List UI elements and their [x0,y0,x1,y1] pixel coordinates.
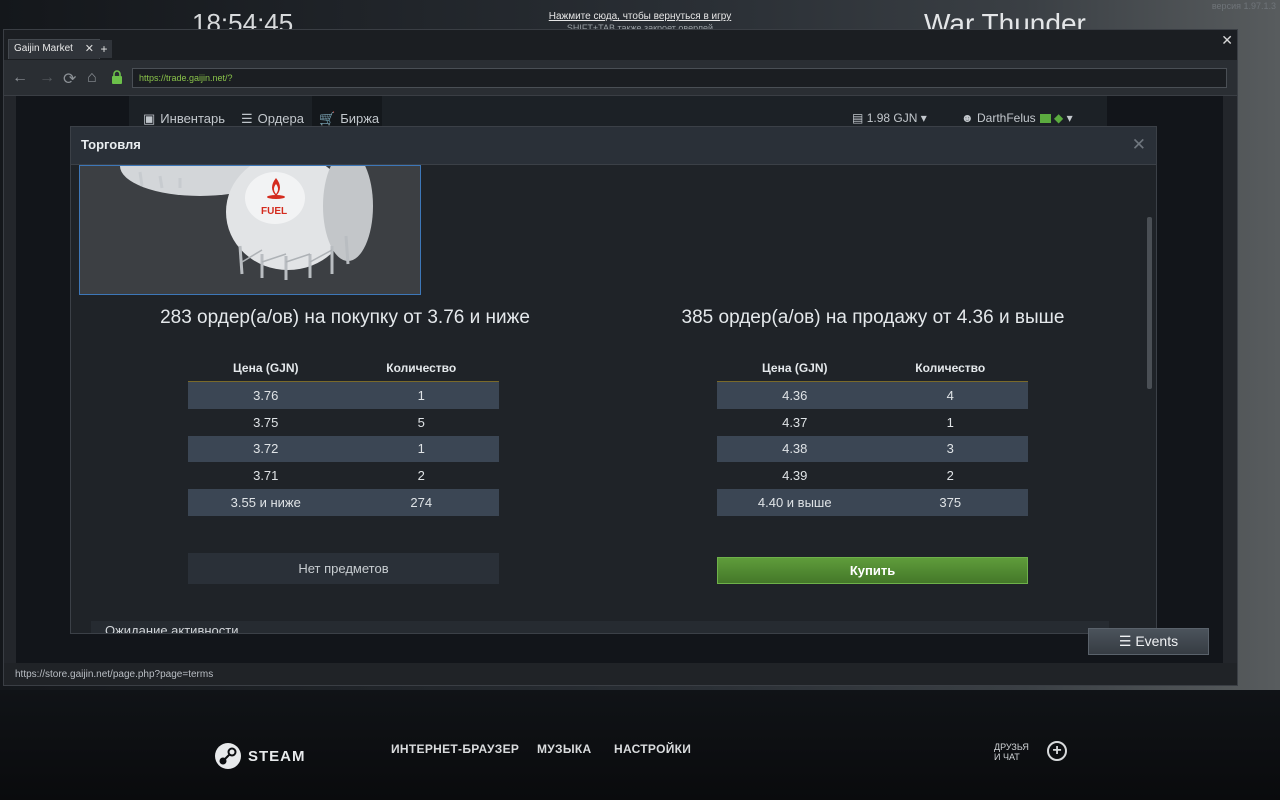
sell-table-header: Цена (GJN) Количество [717,359,1028,382]
friends-chat-link[interactable]: ДРУЗЬЯ И ЧАТ [994,742,1044,762]
shield-icon: ◆ [1054,111,1064,125]
address-bar[interactable]: https://trade.gaijin.net/? [132,68,1227,88]
item-image: FUEL [79,165,421,295]
buy-col-quantity: Количество [386,361,457,375]
wallet-icon: ▤ [852,111,864,125]
nav-inventory[interactable]: ▣ Инвентарь [143,111,225,127]
lock-icon [112,70,122,84]
no-items-button[interactable]: Нет предметов [188,553,499,584]
browser-tab[interactable]: Gaijin Market ✕ [8,39,100,59]
buy-button[interactable]: Купить [717,557,1028,584]
waiting-status: Ожидание активности... [91,621,1109,633]
table-row: 4.40 и выше 375 [717,489,1028,516]
modal-header: Торговля ✕ [71,127,1156,165]
sell-orders-table: Цена (GJN) Количество 4.36 4 4.37 1 4.38 3 … [717,359,1028,516]
steam-logo-icon [215,743,241,769]
buy-orders-table: Цена (GJN) Количество 3.76 1 3.75 5 3.72 1 … [188,359,499,516]
user-menu[interactable]: ☻ DarthFelus ◆ ▾ [961,111,1073,125]
briefcase-icon: ▣ [143,111,156,126]
browser-tab-title: Gaijin Market [14,43,73,54]
settings-link[interactable]: НАСТРОЙКИ [614,742,691,756]
add-friend-icon[interactable]: + [1047,741,1067,761]
back-arrow-icon[interactable]: ← [12,69,28,87]
game-version: версия 1.97.1.3 [1211,1,1276,11]
buy-orders-heading: 283 ордер(а/ов) на покупку от 3.76 и ниж… [160,307,530,328]
home-icon[interactable]: ⌂ [87,69,97,87]
table-row: 4.38 3 [717,435,1028,463]
wallet-balance[interactable]: ▤ 1.98 GJN ▾ [852,111,927,125]
nav-exchange[interactable]: 🛒 Биржа [319,111,379,127]
mail-icon [1039,114,1051,124]
web-browser-link[interactable]: ИНТЕРНЕТ-БРАУЗЕР [391,742,519,756]
table-row: 4.37 1 [782,414,954,430]
tab-bar: Gaijin Market ✕ + ✕ [4,30,1237,60]
fuel-label: FUEL [261,206,287,217]
table-row: 3.75 5 [253,414,425,430]
steam-brand: STEAM [248,748,306,765]
table-row: 3.76 1 [188,382,499,409]
status-bar: https://store.gaijin.net/page.php?page=t… [4,663,1237,685]
table-row: 4.36 4 [717,382,1028,409]
table-row: 3.72 1 [188,435,499,463]
tab-close-icon[interactable]: ✕ [85,42,94,55]
return-to-game-link[interactable]: Нажмите сюда, чтобы вернуться в игру [420,11,860,22]
cart-icon: 🛒 [319,111,336,126]
music-link[interactable]: МУЗЫКА [537,742,592,756]
forward-arrow-icon[interactable]: → [39,69,55,87]
nav-orders[interactable]: ☰ Ордера [241,111,304,127]
events-icon: ☰ [1118,633,1132,649]
new-tab-button[interactable]: + [96,40,112,58]
modal-close-icon[interactable]: ✕ [1132,135,1146,155]
user-icon: ☻ [961,111,974,125]
buy-col-price: Цена (GJN) [232,361,299,375]
sell-col-price: Цена (GJN) [761,361,828,375]
table-row: 3.71 2 [253,468,425,484]
list-icon: ☰ [241,111,253,126]
fuel-tank-illustration: FUEL [80,166,420,294]
events-button[interactable]: ☰ Events [1088,628,1209,655]
sell-orders-heading: 385 ордер(а/ов) на продажу от 4.36 и выш… [681,307,1065,328]
sell-col-quantity: Количество [915,361,986,375]
reload-icon[interactable]: ⟳ [63,69,76,89]
trade-modal: Торговля ✕ FUEL 283 ордер(а/ов) на покуп… [70,126,1157,634]
modal-title: Торговля [81,137,141,152]
buy-table-header: Цена (GJN) Количество [188,359,499,382]
table-row: 4.39 2 [782,468,954,484]
table-row: 3.55 и ниже 274 [188,489,499,516]
window-close-icon[interactable]: ✕ [1221,32,1233,49]
modal-scrollbar[interactable] [1147,217,1152,389]
navigation-bar: ← → ⟳ ⌂ https://trade.gaijin.net/? [4,60,1237,96]
